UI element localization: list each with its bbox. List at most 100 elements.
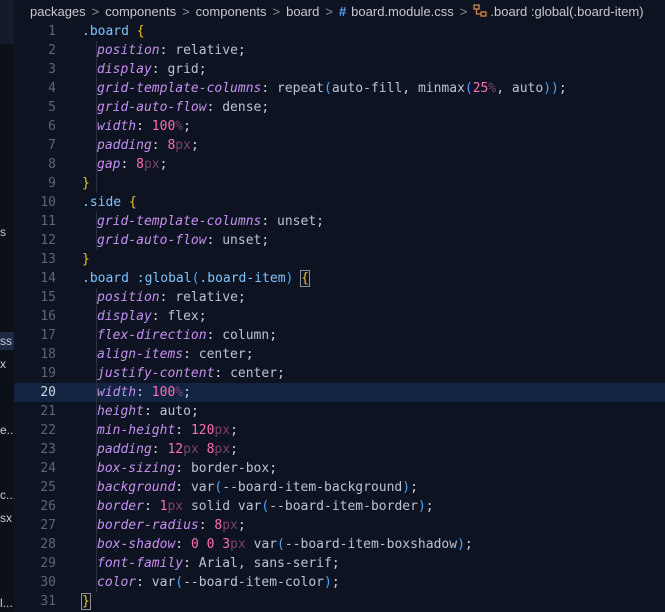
token-val: auto-fill (331, 81, 403, 96)
token-val: dense (222, 100, 262, 115)
token-prop: position (97, 290, 160, 305)
token-prop: gap (97, 157, 121, 172)
code-line[interactable]: 29 font-family: Arial, sans-serif; (14, 554, 665, 573)
breadcrumb-item-file[interactable]: board.module.css (351, 4, 454, 19)
line-number: 18 (40, 347, 56, 362)
token-num: 3 (222, 537, 231, 552)
code-line[interactable]: 9} (14, 174, 665, 193)
code-text: padding: 8px; (82, 136, 199, 155)
line-number: 14 (40, 271, 56, 286)
breadcrumb-item-components[interactable]: components (105, 4, 176, 19)
code-line[interactable]: 7 padding: 8px; (14, 136, 665, 155)
code-line[interactable]: 30 color: var(--board-item-color); (14, 573, 665, 592)
token-prop: box-sizing (97, 461, 176, 476)
code-line[interactable]: 11 grid-template-columns: unset; (14, 212, 665, 231)
token-prop: width (97, 119, 137, 134)
sidebar-item-fragment-active[interactable]: ss (0, 332, 14, 350)
line-number: 3 (48, 62, 56, 77)
code-line[interactable]: 27 border-radius: 8px; (14, 516, 665, 535)
code-line[interactable]: 4 grid-template-columns: repeat(auto-fill… (14, 79, 665, 98)
token-val: unset (222, 233, 262, 248)
code-line[interactable]: 20 width: 100%; (14, 383, 665, 402)
token-paren: ( (277, 537, 285, 552)
code-line[interactable]: 8 gap: 8px; (14, 155, 665, 174)
code-line[interactable]: 13} (14, 250, 665, 269)
line-number: 7 (48, 138, 56, 153)
code-line[interactable]: 21 height: auto; (14, 402, 665, 421)
token-paren: ( (464, 81, 473, 96)
code-text: } (81, 592, 91, 611)
token-val: center (198, 347, 246, 362)
token-punct (246, 537, 254, 552)
token-val: column (222, 328, 270, 343)
sidebar-item-fragment[interactable]: e... (0, 421, 14, 439)
sidebar-item-fragment[interactable]: sx (0, 509, 12, 527)
editor-lines[interactable]: 1 .board {2 position: relative; 3 display: g… (14, 22, 665, 611)
token-paren: ) (402, 480, 411, 495)
code-line[interactable]: 26 border: 1px solid var(--board-item-bor… (14, 497, 665, 516)
chevron-right-icon: > (325, 3, 333, 19)
line-number: 29 (40, 556, 56, 571)
breadcrumb-item-board[interactable]: board (286, 4, 319, 19)
token-paren: ( (324, 81, 332, 96)
token-punct (199, 442, 207, 457)
line-number: 22 (40, 423, 56, 438)
token-punct: : (136, 575, 152, 590)
line-number: 6 (48, 119, 56, 134)
code-editor[interactable]: 1 .board {2 position: relative; 3 display: g… (14, 22, 665, 612)
sidebar-item-fragment[interactable]: c... (0, 486, 14, 504)
breadcrumb-item-packages[interactable]: packages (30, 4, 86, 19)
code-line[interactable]: 19 justify-content: center; (14, 364, 665, 383)
code-line[interactable]: 18 align-items: center; (14, 345, 665, 364)
code-text: grid-template-columns: repeat(auto-fill,… (82, 79, 567, 98)
chevron-right-icon: > (459, 3, 468, 19)
code-line[interactable]: 23 padding: 12px 8px; (14, 440, 665, 459)
code-text: .board :global(.board-item) { (82, 269, 310, 288)
code-text: position: relative; (82, 41, 246, 60)
indent-guide (96, 41, 97, 193)
code-line[interactable]: 17 flex-direction: column; (14, 326, 665, 345)
code-line[interactable]: 22 min-height: 120px; (14, 421, 665, 440)
code-line[interactable]: 10 .side { (14, 193, 665, 212)
line-number: 17 (40, 328, 56, 343)
token-unit: px (214, 442, 231, 457)
code-line[interactable]: 25 background: var(--board-item-backgroun… (14, 478, 665, 497)
token-sel: .board (82, 24, 129, 39)
code-line[interactable]: 15 position: relative; (14, 288, 665, 307)
token-punct: ; (230, 442, 238, 457)
token-punct: ; (261, 233, 270, 248)
code-line[interactable]: 28 box-shadow: 0 0 3px var(--board-item-b… (14, 535, 665, 554)
token-prop: box-shadow (97, 537, 176, 552)
code-text: flex-direction: column; (82, 326, 277, 345)
sidebar-item-fragment[interactable]: x (0, 355, 6, 373)
breadcrumb-item-components-sub[interactable]: components (196, 4, 267, 19)
code-text: align-items: center; (82, 345, 254, 364)
token-punct: ; (198, 62, 207, 77)
code-line[interactable]: 16 display: flex; (14, 307, 665, 326)
code-line[interactable]: 31} (14, 592, 665, 611)
token-val: unset (277, 214, 317, 229)
code-line[interactable]: 1 .board { (14, 22, 665, 41)
token-fn: var (151, 575, 176, 590)
token-num: 8 (136, 157, 144, 172)
token-punct: ; (237, 290, 246, 305)
code-line[interactable]: 12 grid-auto-flow: unset; (14, 231, 665, 250)
sidebar-item-fragment[interactable]: l... (0, 594, 13, 612)
token-punct: : (151, 138, 168, 153)
token-punct: ; (269, 328, 278, 343)
sidebar-item-fragment[interactable]: s (0, 223, 6, 241)
code-line[interactable]: 14 .board :global(.board-item) { (14, 269, 665, 288)
code-text: grid-auto-flow: unset; (82, 231, 269, 250)
code-line[interactable]: 24 box-sizing: border-box; (14, 459, 665, 478)
line-number: 19 (40, 366, 56, 381)
token-val: auto (511, 81, 544, 96)
token-val: relative (175, 43, 238, 58)
token-punct (183, 499, 191, 514)
code-line[interactable]: 6 width: 100%; (14, 117, 665, 136)
token-punct: ; (230, 423, 238, 438)
code-line[interactable]: 5 grid-auto-flow: dense; (14, 98, 665, 117)
breadcrumb-item-symbol[interactable]: .board :global(.board-item) (490, 4, 643, 19)
code-line[interactable]: 2 position: relative; (14, 41, 665, 60)
code-line[interactable]: 3 display: grid; (14, 60, 665, 79)
token-prop: height (97, 404, 144, 419)
